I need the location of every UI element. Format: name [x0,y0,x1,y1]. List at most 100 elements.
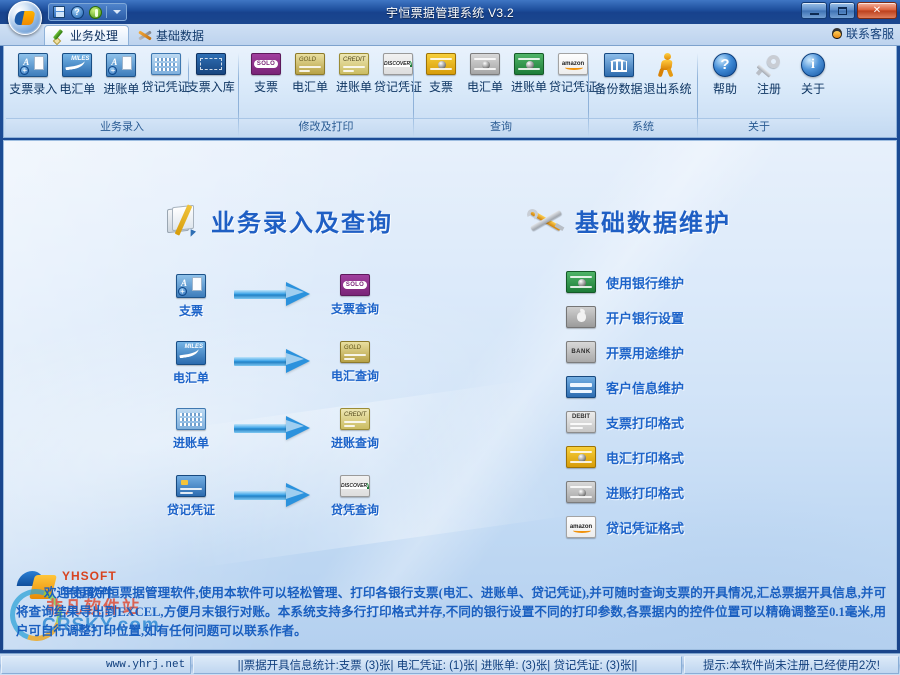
wire-transfer-icon: MILES [62,53,93,77]
maintenance-item-account-bank[interactable]: 开户银行设置 [566,306,684,328]
close-button[interactable]: ✕ [857,2,897,19]
contact-service-link[interactable]: 联系客服 [831,25,894,42]
contact-service-label: 联系客服 [845,27,894,41]
help-button[interactable]: ? [69,5,85,20]
ribbon-button-deposit-slip[interactable]: A + 进账单 [99,53,143,97]
workflow-source-wire[interactable]: MILES 电汇单 [152,341,230,386]
credit-voucher-icon [176,475,206,497]
maintenance-item-label: 支票打印格式 [606,415,685,431]
maintenance-item-label: 贷记凭证格式 [606,520,685,536]
ribbon-group-items: SOLO 支票 GOLD 电汇单 CREDIT 进账单 DISCOVERNOVU… [239,49,422,95]
discover-novus-card-icon: DISCOVERNOVUS [340,475,370,497]
workflow-target-label: 进账查询 [330,436,379,450]
amazon-card-icon: amazon [558,53,588,75]
check-storage-icon [195,53,226,75]
apple-card-icon [566,306,596,328]
ribbon-button-check-storage[interactable]: 支票入库 [186,53,235,95]
title-bar: ? 宇恒票据管理系统 V3.2 ✕ [0,0,900,35]
workflow-target-label: 电汇查询 [330,369,379,383]
gray-card-icon [566,481,596,503]
maintenance-item-label: 进账打印格式 [606,485,685,501]
ribbon-tab-strip: 业务处理 基础数据 联系客服 [0,24,900,46]
exit-running-man-icon [655,53,681,78]
workflow-source-label: 支票 [178,304,203,318]
ribbon-button-register[interactable]: 注册 [747,53,791,97]
workflow-target-deposit-query[interactable]: CREDIT 进账查询 [316,408,394,451]
ribbon-button-about[interactable]: i 关于 [791,53,835,97]
workflow-source-label: 贷记凭证 [166,503,215,517]
workflow-target-label: 贷凭查询 [330,503,379,517]
workflow-source-deposit[interactable]: 进账单 [152,408,230,451]
ribbon-button-label: 注册 [756,82,781,96]
user-button[interactable] [87,5,103,20]
tools-icon [138,29,152,42]
ribbon-button-label: 支票入库 [186,80,235,94]
maintenance-item-voucher-format[interactable]: amazon 贷记凭证格式 [566,516,684,538]
ribbon-button-label: 进账单 [103,82,140,96]
maximize-button[interactable] [829,2,855,19]
save-button[interactable] [51,5,67,20]
application-window: ? 宇恒票据管理系统 V3.2 ✕ 业务处理 基础数据 联系客服 A + 支票录… [0,0,900,675]
tab-business-processing[interactable]: 业务处理 [44,25,130,45]
ribbon-button-label: 电汇单 [292,80,329,94]
workflow-source-voucher[interactable]: 贷记凭证 [152,475,230,518]
check-entry-icon: A + [18,53,49,77]
ribbon-button-backup-data[interactable]: 备份数据 [594,53,643,97]
ribbon-group-label: 关于 [698,118,820,135]
ribbon-button-edit-deposit[interactable]: CREDIT 进账单 [332,53,376,95]
pen-icon [53,29,66,42]
close-icon: ✕ [872,5,882,16]
solo-card-icon: SOLO [251,53,281,75]
ribbon-group-label: 业务录入 [6,118,238,135]
maintenance-item-customer-info[interactable]: 客户信息维护 [566,376,684,398]
ribbon-button-label: 备份数据 [594,82,643,96]
minimize-button[interactable] [801,2,827,19]
ribbon-group-edit-print: SOLO 支票 GOLD 电汇单 CREDIT 进账单 DISCOVERNOVU… [239,49,422,135]
workflow-source-check[interactable]: A + 支票 [152,274,230,319]
logo-english-label: YHSOFT [62,569,117,583]
workflow-target-check-query[interactable]: SOLO 支票查询 [316,274,394,317]
main-content-area: 业务录入及查询 基础数据维护 A + 支票 SOLO 支票查询 MILES 电汇… [3,140,897,650]
maintenance-item-wire-print-format[interactable]: 电汇打印格式 [566,446,684,468]
ribbon-button-query-check[interactable]: 支票 [419,53,463,95]
tab-basic-data[interactable]: 基础数据 [129,25,215,45]
ribbon-button-credit-voucher[interactable]: 贷记凭证 [142,53,190,95]
ribbon-button-label: 支票 [253,80,278,94]
maintenance-item-deposit-print-format[interactable]: 进账打印格式 [566,481,684,503]
ribbon-group-system: 备份数据 退出系统 系统 [589,49,697,135]
debit-card-icon: DEBIT [566,411,596,433]
status-registration-tip: 提示:本软件尚未注册,已经使用2次! [684,655,899,674]
ribbon-button-edit-wire[interactable]: GOLD 电汇单 [288,53,332,95]
maintenance-item-label: 开户银行设置 [606,310,685,326]
workflow-target-wire-query[interactable]: GOLD 电汇查询 [316,341,394,384]
maintenance-item-bank-usage[interactable]: 使用银行维护 [566,271,684,293]
solo-card-icon: SOLO [340,274,370,296]
maintenance-item-label: 客户信息维护 [606,380,685,396]
ribbon-button-check-entry[interactable]: A + 支票录入 [9,53,57,97]
maintenance-list: 使用银行维护 开户银行设置 BANK 开票用途维护 客户信息维护 DEBIT 支… [566,271,684,538]
arrow-right-icon [230,274,316,314]
maintenance-item-invoice-purpose[interactable]: BANK 开票用途维护 [566,341,684,363]
ribbon-button-wire-transfer[interactable]: MILES 电汇单 [55,53,99,97]
ribbon: A + 支票录入 MILES 电汇单 A + 进账单 贷记凭证 支票入库 业务录… [3,46,897,138]
workflow-row: 贷记凭证 DISCOVERNOVUS 贷凭查询 [152,475,394,542]
ribbon-button-edit-check[interactable]: SOLO 支票 [244,53,288,95]
credit-card-icon: CREDIT [340,408,370,430]
workflow-target-label: 支票查询 [330,302,379,316]
workflow-list: A + 支票 SOLO 支票查询 MILES 电汇单 GOLD 电汇查询 进账单… [152,274,394,542]
left-panel-heading-label: 业务录入及查询 [211,210,393,237]
blue-card-icon [566,376,596,398]
ribbon-button-help[interactable]: ? 帮助 [703,53,747,97]
status-url[interactable]: www.yhrj.net [1,655,191,674]
workflow-target-voucher-query[interactable]: DISCOVERNOVUS 贷凭查询 [316,475,394,518]
ribbon-button-exit-system[interactable]: 退出系统 [643,53,692,97]
workflow-row: 进账单 CREDIT 进账查询 [152,408,394,475]
maintenance-item-check-print-format[interactable]: DEBIT 支票打印格式 [566,411,684,433]
tab-label: 业务处理 [70,29,119,43]
ribbon-button-query-wire[interactable]: 电汇单 [463,53,507,95]
chevron-down-icon[interactable] [110,5,124,19]
ribbon-button-query-deposit[interactable]: 进账单 [507,53,551,95]
gray-card-icon [470,53,500,75]
ribbon-group-label: 查询 [414,118,588,135]
app-logo-orb[interactable] [8,1,42,35]
